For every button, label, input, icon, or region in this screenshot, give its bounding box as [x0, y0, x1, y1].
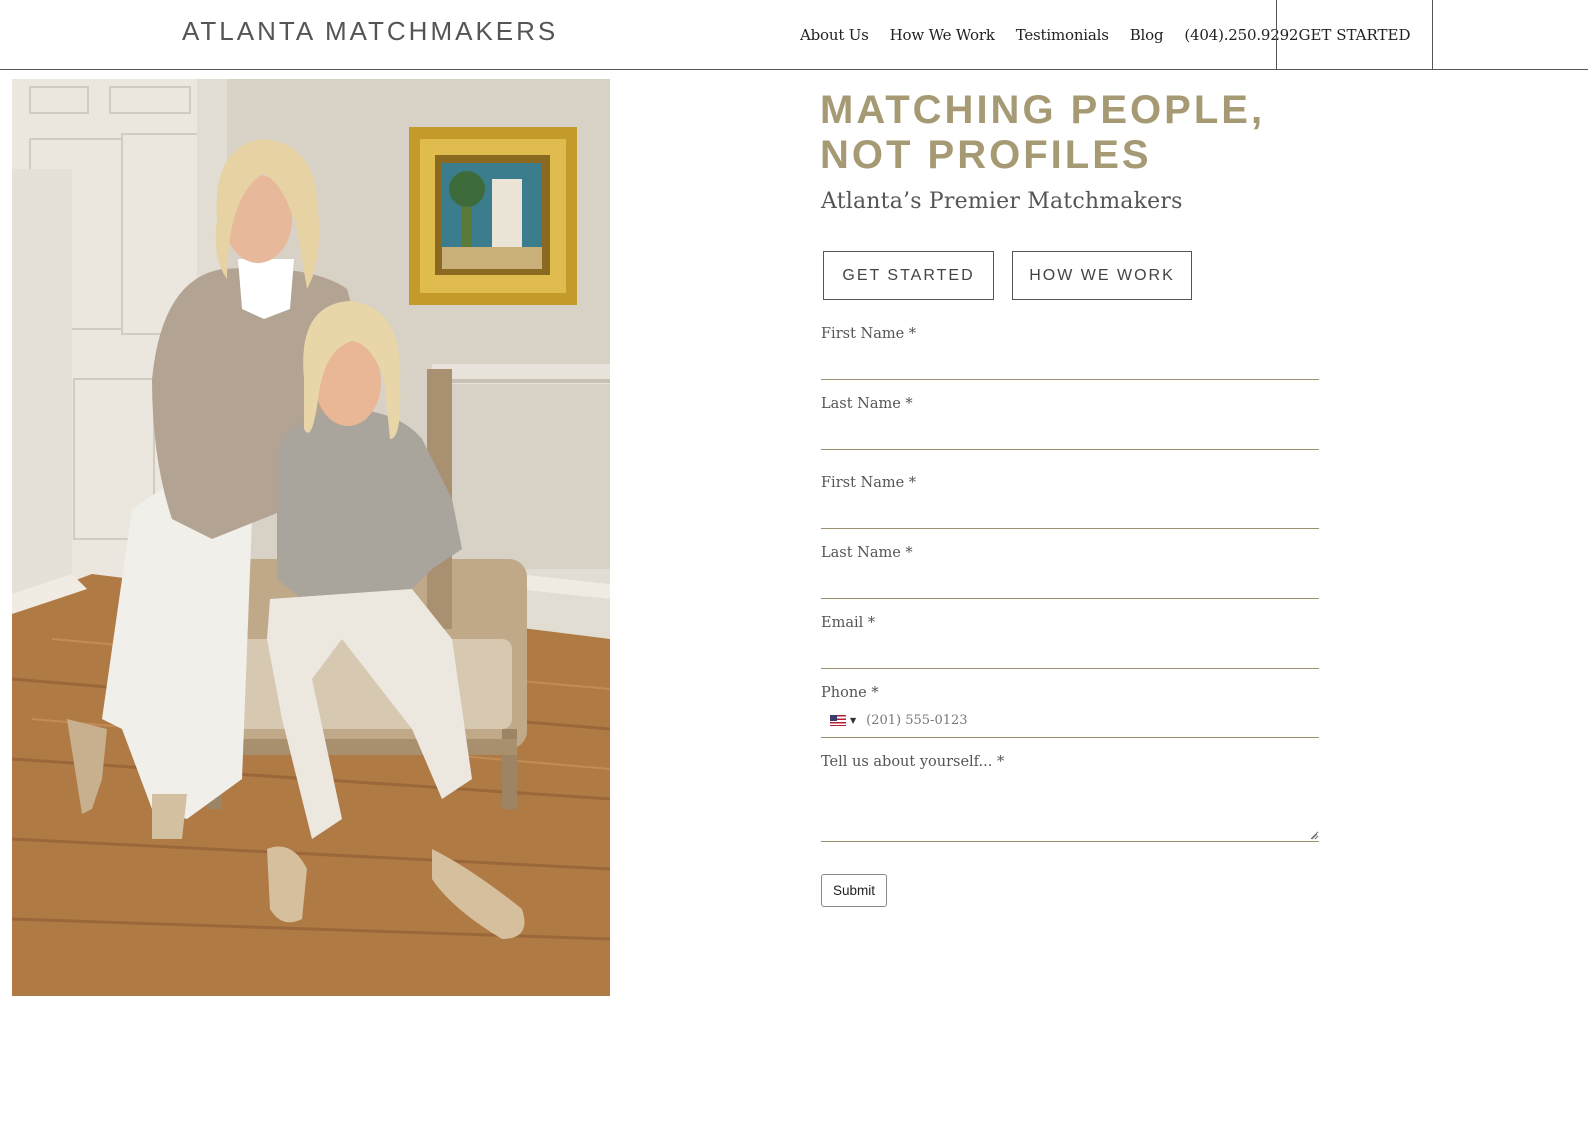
about-yourself-field: Tell us about yourself... *: [821, 754, 1319, 844]
first-name-field-1: First Name *: [821, 326, 1319, 382]
email-field: Email *: [821, 615, 1319, 671]
phone-row: ▼: [821, 709, 1319, 731]
field-underline: [821, 841, 1319, 842]
field-underline: [821, 598, 1319, 599]
phone-field: Phone * ▼: [821, 685, 1319, 741]
about-yourself-textarea[interactable]: [821, 776, 1319, 840]
hero-subtitle: Atlanta’s Premier Matchmakers: [821, 189, 1183, 214]
first-name-label: First Name *: [821, 475, 917, 491]
last-name-field-2: Last Name *: [821, 545, 1319, 601]
hero-photo: [12, 79, 610, 996]
email-input[interactable]: [821, 639, 1319, 665]
phone-input[interactable]: [866, 709, 1319, 731]
hero-title-line-1: MATCHING PEOPLE,: [820, 88, 1266, 132]
hero-title-line-2: NOT PROFILES: [820, 133, 1152, 177]
site-header: ATLANTA MATCHMAKERS About Us How We Work…: [0, 0, 1588, 70]
first-name-input[interactable]: [821, 350, 1319, 376]
hero-title: MATCHING PEOPLE, NOT PROFILES: [820, 88, 1300, 178]
phone-label: Phone *: [821, 685, 879, 701]
main-nav: About Us How We Work Testimonials Blog (…: [800, 23, 1298, 47]
field-underline: [821, 379, 1319, 380]
email-label: Email *: [821, 615, 876, 631]
brand-logo[interactable]: ATLANTA MATCHMAKERS: [182, 16, 558, 47]
last-name-input[interactable]: [821, 569, 1319, 595]
last-name-label: Last Name *: [821, 545, 913, 561]
first-name-input[interactable]: [821, 499, 1319, 525]
resize-grip-icon[interactable]: [1311, 833, 1318, 840]
field-underline: [821, 449, 1319, 450]
last-name-input[interactable]: [821, 420, 1319, 446]
nav-about-us[interactable]: About Us: [800, 26, 869, 44]
field-underline: [821, 737, 1319, 738]
submit-button[interactable]: Submit: [821, 874, 887, 907]
how-we-work-button[interactable]: HOW WE WORK: [1012, 251, 1192, 300]
first-name-field-2: First Name *: [821, 475, 1319, 531]
last-name-label: Last Name *: [821, 396, 913, 412]
two-women-seated-portrait-photo: [12, 79, 610, 996]
us-flag-icon[interactable]: [830, 714, 846, 726]
nav-how-we-work[interactable]: How We Work: [890, 26, 995, 44]
nav-blog[interactable]: Blog: [1130, 26, 1164, 44]
last-name-field-1: Last Name *: [821, 396, 1319, 452]
nav-testimonials[interactable]: Testimonials: [1016, 26, 1109, 44]
chevron-down-icon[interactable]: ▼: [850, 716, 856, 725]
first-name-label: First Name *: [821, 326, 917, 342]
field-underline: [821, 668, 1319, 669]
field-underline: [821, 528, 1319, 529]
header-get-started-button[interactable]: GET STARTED: [1276, 0, 1433, 70]
about-yourself-label: Tell us about yourself... *: [821, 754, 1005, 770]
get-started-button[interactable]: GET STARTED: [823, 251, 994, 300]
